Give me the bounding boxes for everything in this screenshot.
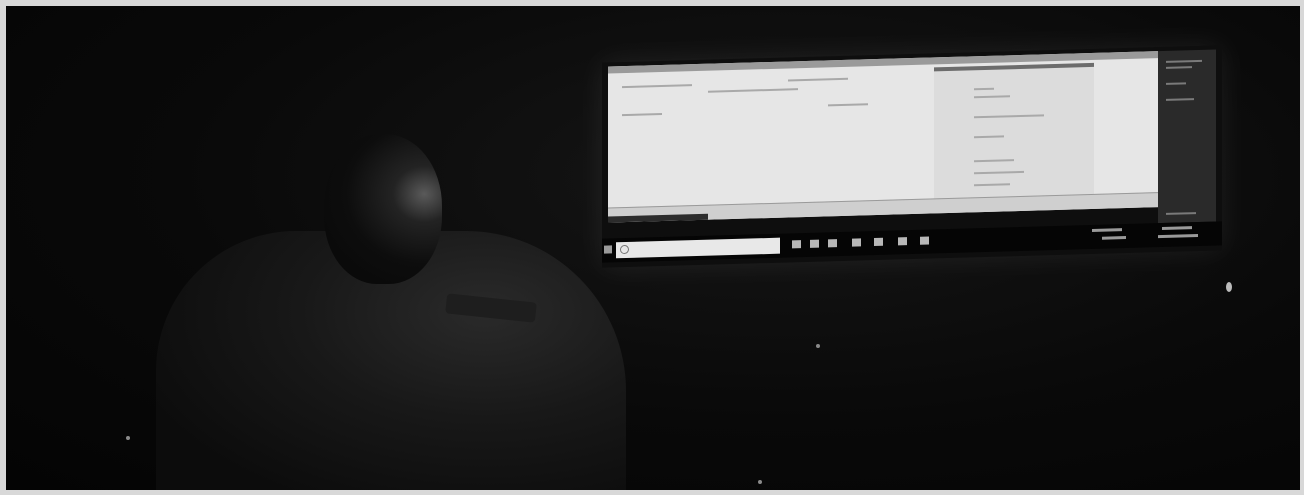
dust-speck bbox=[816, 344, 820, 348]
taskbar-search-box[interactable] bbox=[616, 237, 780, 259]
monitor bbox=[602, 45, 1222, 268]
dust-speck bbox=[126, 436, 130, 440]
screen-text-line bbox=[622, 112, 662, 117]
screen-text-line bbox=[788, 77, 848, 82]
status-strip-segment bbox=[608, 213, 708, 223]
screen-text-line bbox=[708, 88, 798, 93]
dark-room-background bbox=[6, 6, 1300, 490]
notification-line bbox=[1166, 66, 1192, 69]
taskbar-app-icon[interactable] bbox=[920, 236, 929, 245]
screen-side-panel bbox=[934, 62, 1094, 210]
notification-line bbox=[1166, 82, 1186, 85]
windows-start-icon[interactable] bbox=[604, 245, 612, 254]
light-reflection bbox=[1226, 282, 1232, 292]
panel-text-line bbox=[974, 87, 994, 91]
taskbar-clock[interactable] bbox=[1162, 226, 1192, 231]
panel-text-line bbox=[974, 95, 1010, 99]
taskbar-date[interactable] bbox=[1158, 234, 1198, 239]
taskbar-app-icon[interactable] bbox=[828, 239, 837, 248]
panel-text-line bbox=[974, 114, 1044, 119]
photo-frame bbox=[0, 0, 1304, 495]
taskbar-app-icon[interactable] bbox=[874, 237, 883, 247]
search-icon bbox=[620, 244, 629, 255]
taskbar bbox=[602, 221, 1222, 263]
dust-speck bbox=[758, 480, 762, 484]
person-head-silhouette bbox=[324, 134, 442, 284]
notification-line bbox=[1166, 98, 1194, 101]
task-view-icon[interactable] bbox=[792, 240, 801, 249]
monitor-screen bbox=[608, 51, 1158, 223]
screen-text-line bbox=[828, 103, 868, 107]
taskbar-app-icon[interactable] bbox=[852, 238, 861, 247]
screen-text-line bbox=[622, 84, 692, 89]
system-tray-icons[interactable] bbox=[1102, 236, 1126, 240]
panel-text-line bbox=[974, 170, 1024, 175]
notification-line bbox=[1166, 212, 1196, 215]
screen-status-strip bbox=[608, 192, 1158, 223]
system-tray-icons[interactable] bbox=[1092, 228, 1122, 232]
taskbar-app-icon[interactable] bbox=[810, 239, 819, 248]
notification-panel bbox=[1158, 49, 1216, 224]
panel-text-line bbox=[974, 135, 1004, 139]
taskbar-app-icon[interactable] bbox=[898, 237, 907, 246]
panel-text-line bbox=[974, 183, 1010, 187]
panel-text-line bbox=[974, 159, 1014, 163]
notification-line bbox=[1166, 59, 1202, 63]
